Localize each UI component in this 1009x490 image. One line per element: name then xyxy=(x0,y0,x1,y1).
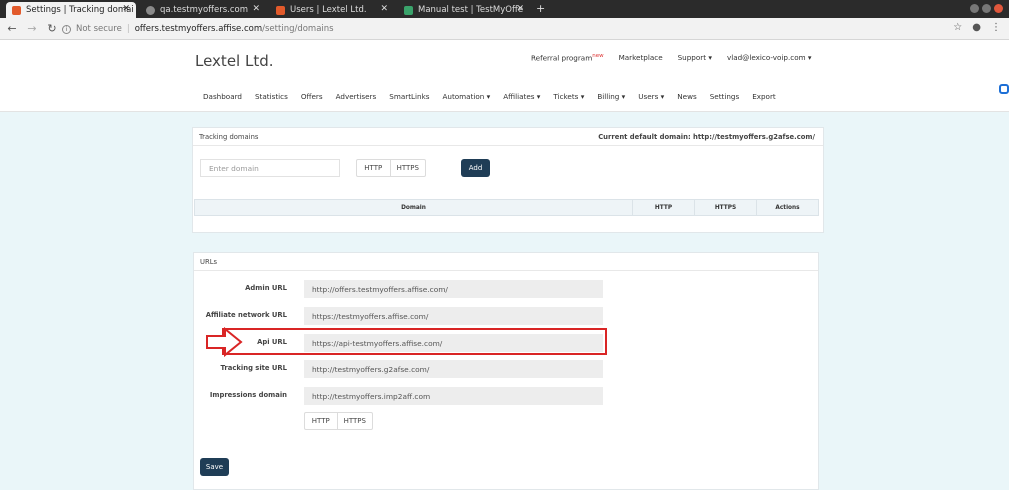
nav-news[interactable]: News xyxy=(677,92,696,101)
tab-title: Manual test | TestMyOffe xyxy=(418,5,524,15)
admin-url-label: Admin URL xyxy=(245,284,287,292)
security-label: Not secure xyxy=(76,24,122,34)
top-nav: Referral programnew Marketplace Support … xyxy=(531,53,812,62)
close-icon[interactable]: ✕ xyxy=(122,4,130,14)
https-option[interactable]: HTTPS xyxy=(389,160,425,176)
top-nav-referral[interactable]: Referral programnew xyxy=(531,53,604,62)
nav-users[interactable]: Users ▾ xyxy=(638,92,664,101)
browser-tab-qa[interactable]: qa.testmyoffers.com ✕ xyxy=(140,2,266,18)
tab-title: qa.testmyoffers.com xyxy=(160,5,249,15)
close-icon[interactable]: ✕ xyxy=(252,4,260,14)
profile-icon[interactable]: ● xyxy=(972,22,981,33)
minimize-icon[interactable] xyxy=(970,4,979,13)
nav-settings[interactable]: Settings xyxy=(710,92,739,101)
new-badge: new xyxy=(592,53,604,59)
column-http: HTTP xyxy=(632,200,694,215)
browser-tab-settings[interactable]: Settings | Tracking domai ✕ xyxy=(6,2,136,18)
urls-header: URLs xyxy=(194,253,818,271)
affiliate-network-url-field[interactable]: https://testmyoffers.affise.com/ xyxy=(304,307,603,325)
domains-table-header: Domain HTTP HTTPS Actions xyxy=(194,199,819,216)
top-nav-support[interactable]: Support ▾ xyxy=(678,53,712,62)
nav-offers[interactable]: Offers xyxy=(301,92,323,101)
tab-title: Settings | Tracking domai xyxy=(26,5,134,15)
impressions-domain-label: Impressions domain xyxy=(209,391,287,399)
window-controls xyxy=(970,4,1003,13)
nav-automation[interactable]: Automation ▾ xyxy=(442,92,490,101)
impressions-domain-field[interactable]: http://testmyoffers.imp2aff.com xyxy=(304,387,603,405)
affiliate-network-url-label: Affiliate network URL xyxy=(205,311,287,319)
top-nav-account[interactable]: vlad@lexico-voip.com ▾ xyxy=(727,53,812,62)
address-path: /setting/domains xyxy=(262,24,334,34)
tracking-protocol-toggle: HTTP HTTPS xyxy=(356,159,426,177)
nav-advertisers[interactable]: Advertisers xyxy=(336,92,377,101)
nav-statistics[interactable]: Statistics xyxy=(255,92,288,101)
globe-icon xyxy=(146,5,155,15)
column-domain: Domain xyxy=(401,204,426,211)
window-close-icon[interactable] xyxy=(994,4,1003,13)
address-bar[interactable]: i Not secure | offers.testmyoffers.affis… xyxy=(62,21,334,37)
http-option[interactable]: HTTP xyxy=(357,160,390,176)
nav-tickets[interactable]: Tickets ▾ xyxy=(553,92,584,101)
nav-smartlinks[interactable]: SmartLinks xyxy=(389,92,429,101)
tab-title: Users | Lextel Ltd. xyxy=(290,5,367,15)
panel-title: Tracking domains xyxy=(199,132,259,141)
address-host: offers.testmyoffers.affise.com xyxy=(134,24,263,34)
add-domain-button[interactable]: Add xyxy=(461,159,490,177)
toolbar-actions: ☆ ● ⋮ xyxy=(953,22,1001,33)
nav-export[interactable]: Export xyxy=(752,92,776,101)
address-separator: | xyxy=(126,24,130,34)
tracking-site-url-field[interactable]: http://testmyoffers.g2afse.com/ xyxy=(304,360,603,378)
back-arrow-icon[interactable]: ← xyxy=(4,22,20,35)
admin-url-field[interactable]: http://offers.testmyoffers.affise.com/ xyxy=(304,280,603,298)
domain-input[interactable]: Enter domain xyxy=(200,159,340,177)
site-header: Lextel Ltd. Referral programnew Marketpl… xyxy=(0,40,1009,112)
http-option[interactable]: HTTP xyxy=(305,413,337,429)
column-https: HTTPS xyxy=(694,200,756,215)
info-icon[interactable]: i xyxy=(62,24,71,34)
main-nav: Dashboard Statistics Offers Advertisers … xyxy=(203,92,776,101)
nav-billing[interactable]: Billing ▾ xyxy=(597,92,625,101)
close-icon[interactable]: ✕ xyxy=(516,4,524,14)
tracking-domains-panel: Tracking domains Current default domain:… xyxy=(192,127,824,233)
column-actions: Actions xyxy=(756,200,818,215)
tracking-site-url-label: Tracking site URL xyxy=(220,364,287,372)
impressions-protocol-toggle: HTTP HTTPS xyxy=(304,412,373,430)
affise-favicon-icon xyxy=(276,5,285,15)
https-option[interactable]: HTTPS xyxy=(336,413,372,429)
bookmark-star-icon[interactable]: ☆ xyxy=(953,22,962,33)
current-default-domain: Current default domain: http://testmyoff… xyxy=(598,132,815,141)
brand-logo[interactable]: Lextel Ltd. xyxy=(195,52,274,70)
tracking-domains-header: Tracking domains Current default domain:… xyxy=(193,128,823,146)
panel-title: URLs xyxy=(200,257,218,266)
forward-arrow-icon[interactable]: → xyxy=(24,22,40,35)
reload-icon[interactable]: ↻ xyxy=(44,22,60,35)
annotation-arrow-icon xyxy=(206,327,243,357)
remote-support-icon[interactable] xyxy=(999,84,1009,94)
browser-tab-users[interactable]: Users | Lextel Ltd. ✕ xyxy=(270,2,394,18)
browser-tab-manual-test[interactable]: Manual test | TestMyOffe ✕ xyxy=(398,2,530,18)
affise-favicon-icon xyxy=(12,5,21,15)
top-nav-marketplace[interactable]: Marketplace xyxy=(619,53,663,62)
test-favicon-icon xyxy=(404,5,413,15)
menu-icon[interactable]: ⋮ xyxy=(991,22,1001,33)
browser-toolbar: ← → ↻ i Not secure | offers.testmyoffers… xyxy=(0,18,1009,40)
nav-dashboard[interactable]: Dashboard xyxy=(203,92,242,101)
nav-affiliates[interactable]: Affiliates ▾ xyxy=(503,92,540,101)
top-nav-label: Referral program xyxy=(531,53,593,63)
new-tab-button[interactable]: + xyxy=(536,2,545,15)
close-icon[interactable]: ✕ xyxy=(380,4,388,14)
browser-tabstrip: Settings | Tracking domai ✕ qa.testmyoff… xyxy=(0,0,1009,18)
api-url-highlight-box xyxy=(222,328,607,355)
save-button[interactable]: Save xyxy=(200,458,229,476)
maximize-icon[interactable] xyxy=(982,4,991,13)
